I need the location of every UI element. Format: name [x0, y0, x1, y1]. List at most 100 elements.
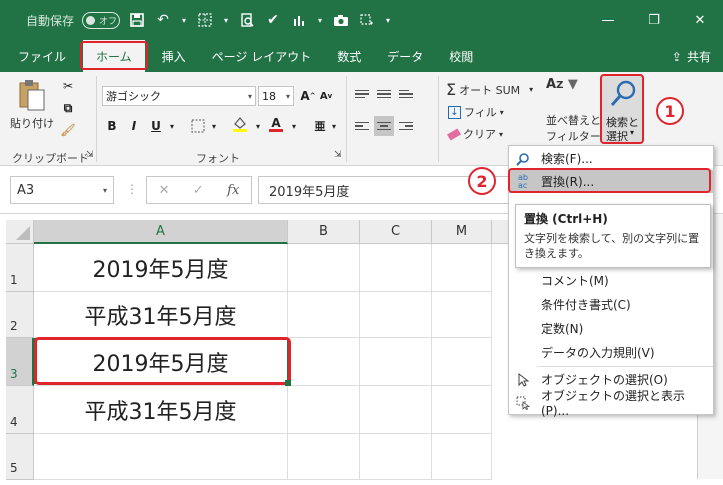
cell-c1[interactable]: [360, 244, 432, 292]
font-color-icon[interactable]: A: [268, 116, 284, 132]
column-header-a[interactable]: A: [34, 220, 288, 244]
chevron-down-icon[interactable]: ▾: [326, 118, 342, 134]
cell-b5[interactable]: [288, 434, 360, 480]
cell-m5[interactable]: [432, 434, 492, 480]
format-painter-icon[interactable]: 🖌: [60, 122, 76, 138]
autosave-toggle[interactable]: オフ: [82, 11, 121, 29]
column-header-c[interactable]: C: [360, 220, 432, 244]
cell-c2[interactable]: [360, 292, 432, 338]
menu-item-constant[interactable]: 定数(N): [509, 317, 713, 340]
restore-icon[interactable]: ❐: [631, 0, 677, 40]
save-icon[interactable]: [128, 11, 146, 29]
dialog-launcher-icon[interactable]: ⇲: [334, 150, 342, 160]
tab-file[interactable]: ファイル: [0, 40, 79, 72]
borders-icon[interactable]: [196, 11, 214, 29]
row-header-3[interactable]: 3: [6, 338, 34, 386]
cell-c4[interactable]: [360, 386, 432, 434]
align-center-button[interactable]: [374, 116, 394, 136]
align-top-button[interactable]: [352, 84, 372, 104]
tab-data[interactable]: データ: [374, 40, 436, 72]
bold-button[interactable]: B: [104, 118, 120, 134]
spelling-icon[interactable]: ✔: [264, 11, 282, 29]
align-middle-button[interactable]: [374, 84, 394, 104]
cell-b1[interactable]: [288, 244, 360, 292]
cut-icon[interactable]: ✂: [60, 78, 76, 94]
find-select-button[interactable]: 検索と 選択 ▾: [600, 74, 644, 144]
minimize-icon[interactable]: —: [585, 0, 631, 40]
tab-page-layout[interactable]: ページ レイアウト: [199, 40, 325, 72]
print-preview-icon[interactable]: [238, 11, 256, 29]
font-name-select[interactable]: 游ゴシック ▾: [102, 86, 256, 106]
drag-handle-icon[interactable]: ⋮: [126, 182, 138, 196]
cell-a4[interactable]: 平成31年5月度: [34, 386, 288, 434]
tab-home[interactable]: ホーム: [80, 40, 148, 72]
menu-item-selection-pane[interactable]: オブジェクトの選択と表示(P)...: [509, 389, 713, 418]
select-all-corner[interactable]: [6, 220, 34, 244]
cell-m1[interactable]: [432, 244, 492, 292]
chart-icon[interactable]: [290, 11, 308, 29]
enter-button[interactable]: ✓: [193, 183, 204, 198]
menu-item-conditional-format[interactable]: 条件付き書式(C): [509, 293, 713, 316]
share-icon: ⇪: [671, 49, 682, 64]
italic-button[interactable]: I: [126, 118, 142, 134]
row-header-4[interactable]: 4: [6, 386, 34, 434]
autosum-button[interactable]: Σ オート SUM ▾: [446, 80, 533, 99]
clear-button[interactable]: クリア ▾: [447, 126, 503, 142]
cell-m4[interactable]: [432, 386, 492, 434]
align-right-button[interactable]: [396, 116, 416, 136]
chevron-down-icon[interactable]: ▾: [286, 118, 302, 134]
share-button[interactable]: ⇪ 共有: [672, 48, 711, 65]
row-header-2[interactable]: 2: [6, 292, 34, 338]
close-icon[interactable]: ✕: [677, 0, 723, 40]
menu-item-find[interactable]: 検索(F)...: [509, 147, 713, 170]
font-size-select[interactable]: 18 ▾: [258, 86, 294, 106]
cell-c5[interactable]: [360, 434, 432, 480]
paste-button[interactable]: 貼り付け: [10, 78, 54, 131]
align-left-button[interactable]: [352, 116, 372, 136]
chevron-down-icon[interactable]: ▾: [250, 118, 266, 134]
menu-item-comment[interactable]: コメント(M): [509, 269, 713, 292]
tab-formulas[interactable]: 数式: [324, 40, 374, 72]
cell-a1[interactable]: 2019年5月度: [34, 244, 288, 292]
cancel-button[interactable]: ✕: [159, 183, 170, 198]
active-cell-highlight: [34, 337, 291, 385]
undo-icon[interactable]: ↶: [154, 11, 172, 29]
cell-b4[interactable]: [288, 386, 360, 434]
chevron-down-icon[interactable]: ▾: [316, 11, 324, 29]
fill-handle[interactable]: [285, 380, 291, 386]
decrease-font-icon[interactable]: Av: [318, 88, 334, 104]
tab-insert[interactable]: 挿入: [149, 40, 199, 72]
underline-button[interactable]: U: [148, 118, 164, 134]
cell-b2[interactable]: [288, 292, 360, 338]
increase-font-icon[interactable]: A ^: [300, 88, 316, 104]
customize-qat-icon[interactable]: [358, 11, 376, 29]
row-header-1[interactable]: 1: [6, 244, 34, 292]
cell-a2[interactable]: 平成31年5月度: [34, 292, 288, 338]
chevron-down-icon[interactable]: ▾: [384, 11, 392, 29]
dialog-launcher-icon[interactable]: ⇲: [86, 150, 94, 160]
cell-b3[interactable]: [288, 338, 360, 386]
cell-a5[interactable]: [34, 434, 288, 480]
share-label: 共有: [686, 50, 711, 64]
cell-m2[interactable]: [432, 292, 492, 338]
insert-function-button[interactable]: fx: [227, 183, 239, 198]
fill-button[interactable]: ↓ フィル ▾: [448, 104, 504, 120]
sort-filter-button[interactable]: AZ ▼ 並べ替えと フィルター▾: [546, 78, 607, 144]
name-box[interactable]: A3 ▾: [10, 176, 114, 204]
tab-review[interactable]: 校閲: [436, 40, 486, 72]
align-bottom-button[interactable]: [396, 84, 416, 104]
column-header-b[interactable]: B: [288, 220, 360, 244]
cell-c3[interactable]: [360, 338, 432, 386]
camera-icon[interactable]: [332, 11, 350, 29]
chevron-down-icon[interactable]: ▾: [180, 11, 188, 29]
chevron-down-icon[interactable]: ▾: [206, 118, 222, 134]
column-header-m[interactable]: M: [432, 220, 492, 244]
fill-color-icon[interactable]: [232, 116, 248, 132]
menu-item-validation[interactable]: データの入力規則(V): [509, 341, 713, 364]
cell-m3[interactable]: [432, 338, 492, 386]
chevron-down-icon[interactable]: ▾: [222, 11, 230, 29]
copy-icon[interactable]: ⧉: [60, 100, 76, 116]
borders-icon[interactable]: [190, 118, 206, 134]
row-header-5[interactable]: 5: [6, 434, 34, 480]
chevron-down-icon[interactable]: ▾: [164, 118, 180, 134]
